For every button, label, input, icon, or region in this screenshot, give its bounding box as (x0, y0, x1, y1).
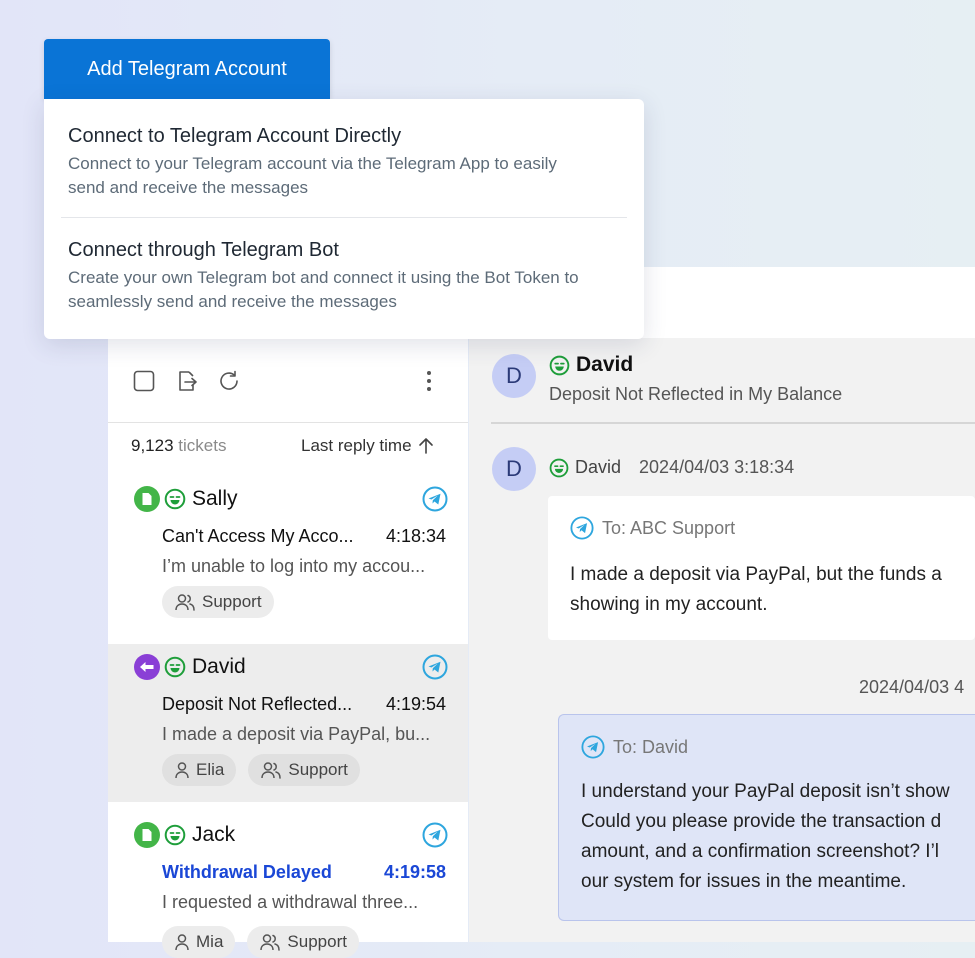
conversation-name: David (576, 353, 634, 376)
customer-name: Sally (192, 487, 238, 510)
ticket-preview: I requested a withdrawal three... (162, 892, 419, 912)
ticket-count: 9,123 tickets (131, 436, 226, 456)
telegram-icon (581, 735, 605, 759)
smiley-icon (164, 824, 186, 846)
reply-timestamp: 2024/04/03 4 (859, 677, 965, 697)
sort-label: Last reply time (301, 436, 412, 455)
incoming-message-bubble: To: ABC Support I made a deposit via Pay… (548, 496, 975, 640)
toolbar-divider (108, 422, 468, 423)
smiley-icon (164, 656, 186, 678)
ticket-preview: I’m unable to log into my accou... (162, 556, 426, 576)
reply-arrow-status-icon (134, 654, 160, 680)
tag-support: Support (248, 754, 360, 786)
ticket-time: 4:18:34 (385, 526, 446, 546)
avatar: D (492, 447, 536, 491)
ticket-count-value: 9,123 (131, 436, 174, 455)
export-icon[interactable] (175, 369, 199, 393)
conversation-divider (491, 422, 975, 424)
group-icon (261, 762, 282, 779)
checkbox-icon[interactable] (132, 369, 156, 393)
message-recipient: To: David (581, 735, 688, 759)
avatar: D (492, 354, 536, 398)
customer-name: David (192, 655, 246, 678)
ticket-card-jack[interactable]: Jack Withdrawal Delayed 4:19:58 I reques… (108, 812, 468, 958)
tag-agent: Mia (162, 926, 236, 958)
menu-option-description: Connect to your Telegram account via the… (68, 154, 557, 197)
smiley-icon (164, 488, 186, 510)
message-sender: David (575, 457, 622, 477)
tag-support: Support (247, 926, 359, 958)
sort-control[interactable]: Last reply time (301, 436, 434, 456)
menu-option-connect-directly[interactable]: Connect to Telegram Account Directly Con… (68, 125, 628, 200)
ticket-time: 4:19:58 (383, 862, 446, 882)
ticket-subject: Deposit Not Reflected... (162, 694, 353, 714)
ticket-count-unit: tickets (178, 436, 227, 455)
telegram-icon (422, 486, 448, 512)
ticket-time: 4:19:54 (385, 694, 446, 714)
outgoing-message-bubble: To: David I understand your PayPal depos… (558, 714, 975, 921)
arrow-up-icon (418, 438, 433, 454)
document-status-icon (134, 486, 160, 512)
menu-divider (61, 217, 627, 218)
menu-option-title: Connect through Telegram Bot (68, 239, 339, 261)
ticket-subject: Withdrawal Delayed (162, 862, 332, 882)
ticket-card-sally[interactable]: Sally Can't Access My Acco... 4:18:34 I’… (108, 476, 468, 634)
group-icon (260, 934, 281, 951)
message-meta: David 2024/04/03 3:18:34 (549, 457, 794, 478)
telegram-icon (422, 654, 448, 680)
group-icon (175, 594, 195, 611)
menu-option-title: Connect to Telegram Account Directly (68, 125, 402, 147)
smiley-icon (549, 458, 569, 477)
conversation-customer: David (549, 353, 633, 377)
tag-agent: Elia (162, 754, 237, 786)
ticket-card-david[interactable]: David Deposit Not Reflected... 4:19:54 I… (108, 644, 468, 802)
message-body: I made a deposit via PayPal, but the fun… (570, 564, 942, 615)
conversation-subject: Deposit Not Reflected in My Balance (549, 384, 843, 404)
add-telegram-account-button[interactable]: Add Telegram Account (44, 39, 330, 99)
ticket-preview: I made a deposit via PayPal, bu... (162, 724, 431, 744)
person-icon (175, 934, 189, 951)
tag-support: Support (162, 586, 274, 618)
telegram-icon (570, 516, 594, 540)
message-timestamp: 2024/04/03 3:18:34 (639, 457, 795, 477)
ticket-subject: Can't Access My Acco... (162, 526, 354, 546)
menu-option-connect-bot[interactable]: Connect through Telegram Bot Create your… (68, 239, 628, 314)
menu-option-description: Create your own Telegram bot and connect… (68, 268, 579, 311)
add-account-menu: Connect to Telegram Account Directly Con… (44, 99, 644, 339)
message-body: I understand your PayPal deposit isn’t s… (581, 781, 950, 892)
customer-name: Jack (192, 823, 236, 846)
person-icon (175, 762, 189, 779)
document-status-icon (134, 822, 160, 848)
telegram-icon (422, 822, 448, 848)
message-recipient: To: ABC Support (570, 516, 735, 540)
refresh-icon[interactable] (217, 369, 241, 393)
smiley-icon (549, 355, 570, 375)
more-vertical-icon[interactable] (417, 369, 441, 393)
